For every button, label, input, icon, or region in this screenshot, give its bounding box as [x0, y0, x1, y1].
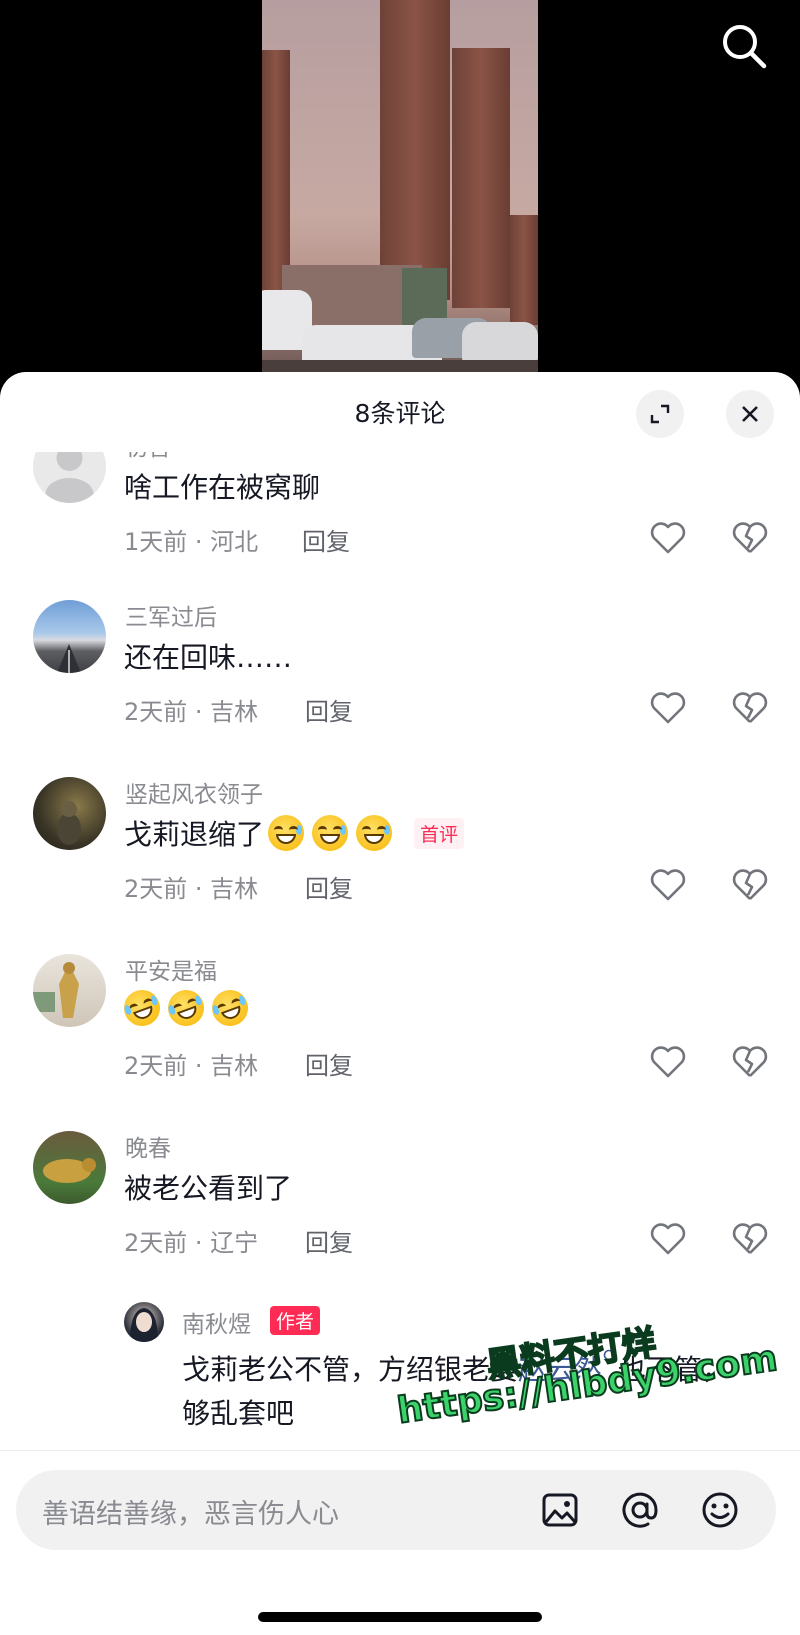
search-icon[interactable] [716, 18, 772, 74]
heart-icon[interactable] [648, 1042, 688, 1082]
comment-meta: 2天前 · 吉林 [124, 875, 259, 903]
expand-icon[interactable] [636, 390, 684, 438]
emoji-icon[interactable] [700, 1490, 740, 1530]
avatar[interactable] [124, 1302, 164, 1342]
comment-meta: 2天前 · 吉林 [124, 698, 259, 726]
avatar[interactable] [33, 600, 106, 673]
comment-username[interactable]: 三军过后 [125, 598, 217, 632]
comment-time: 2天前 [124, 1229, 188, 1257]
avatar[interactable] [33, 777, 106, 850]
comment-username[interactable]: 晚春 [125, 1129, 171, 1163]
home-indicator[interactable] [258, 1612, 542, 1622]
comment-text: 戈莉退缩了 首评 [124, 813, 465, 853]
comment-meta: 1天前 · 河北 [124, 528, 259, 556]
reply-button[interactable]: 回复 [305, 1223, 353, 1258]
heart-icon[interactable] [648, 865, 688, 905]
comment-meta: 2天前 · 辽宁 [124, 1229, 259, 1257]
broken-heart-icon[interactable] [730, 1042, 770, 1082]
grinning-sweat-emoji [312, 815, 349, 851]
image-icon[interactable] [540, 1490, 580, 1530]
comment-time: 2天前 [124, 875, 188, 903]
reply-button[interactable]: 回复 [305, 869, 353, 904]
comment-time: 2天前 [124, 1052, 188, 1080]
emoji-group [118, 984, 256, 1032]
comment-username[interactable]: 初言 [125, 452, 171, 462]
divider [0, 1450, 800, 1451]
avatar[interactable] [33, 1131, 106, 1204]
rolling-laughing-emoji [206, 984, 254, 1032]
comment-item: 三军过后 还在回味…… 2天前 · 吉林 回复 [0, 600, 800, 760]
avatar[interactable] [33, 954, 106, 1027]
comment-sheet: 8条评论 初言 啥工作在被窝聊 1天前 · 河北 [0, 372, 800, 1635]
heart-icon[interactable] [648, 688, 688, 728]
reply-button[interactable]: 回复 [302, 522, 350, 557]
comment-input[interactable]: 善语结善缘，恶言伤人心 [16, 1470, 776, 1550]
close-icon[interactable] [726, 390, 774, 438]
heart-icon[interactable] [648, 1219, 688, 1259]
comment-time: 2天前 [124, 698, 188, 726]
comment-text: 被老公看到了 [124, 1172, 293, 1205]
at-mention-icon[interactable] [620, 1490, 660, 1530]
first-comment-badge: 首评 [414, 817, 465, 849]
broken-heart-icon[interactable] [730, 688, 770, 728]
comment-item: 平安是福 2天前 · 吉林 回复 [0, 954, 800, 1114]
comment-location: 河北 [210, 528, 259, 556]
comment-text [118, 984, 256, 1032]
comment-username[interactable]: 平安是福 [125, 952, 217, 986]
grinning-sweat-emoji [356, 815, 393, 851]
rolling-laughing-emoji [118, 984, 166, 1032]
comment-location: 吉林 [210, 698, 259, 726]
comment-location: 吉林 [210, 1052, 259, 1080]
comment-text: 还在回味…… [124, 641, 293, 674]
comment-item: 竖起风衣领子 戈莉退缩了 首评 2天前 · 吉林 回复 [0, 777, 800, 937]
comment-item: 晚春 被老公看到了 2天前 · 辽宁 回复 [0, 1131, 800, 1291]
video-frame [262, 0, 538, 390]
reply-button[interactable]: 回复 [305, 692, 353, 727]
avatar[interactable] [33, 452, 106, 503]
broken-heart-icon[interactable] [730, 865, 770, 905]
grinning-sweat-emoji [268, 815, 305, 851]
comment-input-placeholder: 善语结善缘，恶言伤人心 [42, 1499, 339, 1530]
comment-username[interactable]: 竖起风衣领子 [125, 775, 263, 809]
comment-meta: 2天前 · 吉林 [124, 1052, 259, 1080]
heart-icon[interactable] [648, 518, 688, 558]
comment-text-body: 戈莉退缩了 [124, 818, 265, 851]
comment-item: 初言 啥工作在被窝聊 1天前 · 河北 回复 [0, 452, 800, 590]
comment-location: 辽宁 [210, 1229, 259, 1257]
sheet-header: 8条评论 [0, 372, 800, 452]
broken-heart-icon[interactable] [730, 518, 770, 558]
comment-time: 1天前 [124, 528, 188, 556]
reply-button[interactable]: 回复 [305, 1046, 353, 1081]
emoji-group [268, 815, 400, 851]
broken-heart-icon[interactable] [730, 1219, 770, 1259]
comment-text: 啥工作在被窝聊 [124, 471, 321, 504]
comment-location: 吉林 [210, 875, 259, 903]
video-player[interactable] [0, 0, 800, 390]
author-badge: 作者 [270, 1306, 321, 1335]
reply-username[interactable]: 南秋煜 [182, 1305, 251, 1339]
rolling-laughing-emoji [162, 984, 210, 1032]
